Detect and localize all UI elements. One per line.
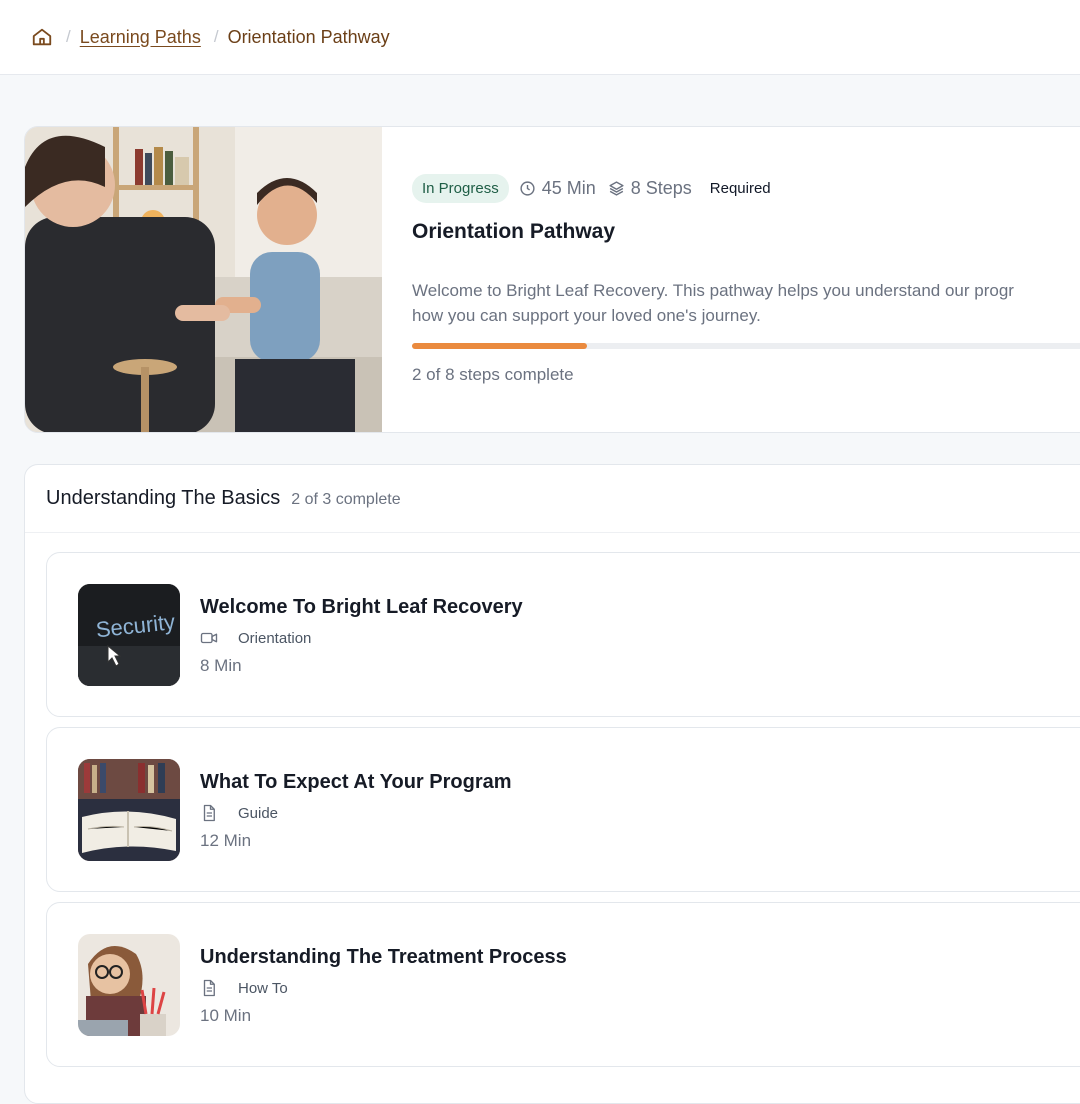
pathway-description: Welcome to Bright Leaf Recovery. This pa… (412, 278, 1080, 328)
breadcrumb-separator: / (213, 27, 219, 46)
module-section: Understanding The Basics 2 of 3 complete… (24, 464, 1080, 1104)
hero-photo (25, 127, 382, 432)
section-title: Understanding The Basics (46, 487, 281, 509)
progress-bar (412, 343, 1080, 349)
home-icon[interactable] (31, 26, 53, 48)
lesson-title: Welcome To Bright Leaf Recovery (200, 596, 523, 618)
lesson-type-label: Orientation (238, 629, 312, 647)
lesson-title: What To Expect At Your Program (200, 771, 512, 793)
lesson-card[interactable]: Security Welcome To Bright Leaf Recovery… (46, 552, 1080, 717)
lesson-thumbnail: Security (78, 584, 180, 686)
lesson-duration: 10 Min (200, 1006, 252, 1025)
video-icon (200, 632, 218, 644)
lesson-type: How To (200, 979, 288, 997)
lesson-type: Guide (200, 804, 278, 822)
status-badge: In Progress (412, 173, 509, 203)
lesson-duration: 12 Min (200, 831, 252, 850)
section-header: Understanding The Basics 2 of 3 complete (46, 487, 401, 510)
breadcrumb-separator: / (66, 27, 71, 46)
breadcrumb-current: Orientation Pathway (227, 26, 390, 47)
hero-body: In Progress 45 Min 8 Steps Required Orie… (412, 173, 1080, 385)
lesson-card[interactable]: Understanding The Treatment Process How … (46, 902, 1080, 1067)
description-line: how you can support your loved one's jou… (412, 306, 761, 325)
document-icon (203, 979, 215, 997)
duration-text: 45 Min (541, 177, 596, 198)
lesson-thumbnail (78, 759, 180, 861)
lesson-thumbnail (78, 934, 180, 1036)
lesson-type-label: How To (238, 979, 288, 997)
steps-text: 8 Steps (630, 177, 692, 198)
meta-row: In Progress 45 Min 8 Steps Required (412, 173, 1080, 203)
breadcrumb: / Learning Paths / Orientation Pathway (0, 0, 1080, 75)
layers-icon (609, 180, 624, 196)
section-divider (25, 532, 1080, 533)
lesson-duration: 8 Min (200, 656, 242, 675)
clock-icon (520, 180, 535, 196)
progress-fill (412, 343, 587, 349)
lesson-type: Orientation (200, 629, 311, 647)
description-line: Welcome to Bright Leaf Recovery. This pa… (412, 281, 1014, 300)
breadcrumb-learning-paths[interactable]: Learning Paths (80, 27, 201, 48)
document-icon (203, 804, 215, 822)
section-progress: 2 of 3 complete (291, 491, 401, 508)
pathway-title: Orientation Pathway (412, 220, 616, 243)
required-label: Required (709, 179, 771, 197)
lesson-type-label: Guide (238, 804, 279, 822)
progress-text: 2 of 8 steps complete (412, 365, 574, 384)
steps-meta: 8 Steps (608, 178, 692, 199)
duration-meta: 45 Min (519, 178, 596, 199)
pathway-hero-card: In Progress 45 Min 8 Steps Required Orie… (24, 126, 1080, 433)
lesson-card[interactable]: What To Expect At Your Program Guide 12 … (46, 727, 1080, 892)
lesson-title: Understanding The Treatment Process (200, 946, 567, 968)
